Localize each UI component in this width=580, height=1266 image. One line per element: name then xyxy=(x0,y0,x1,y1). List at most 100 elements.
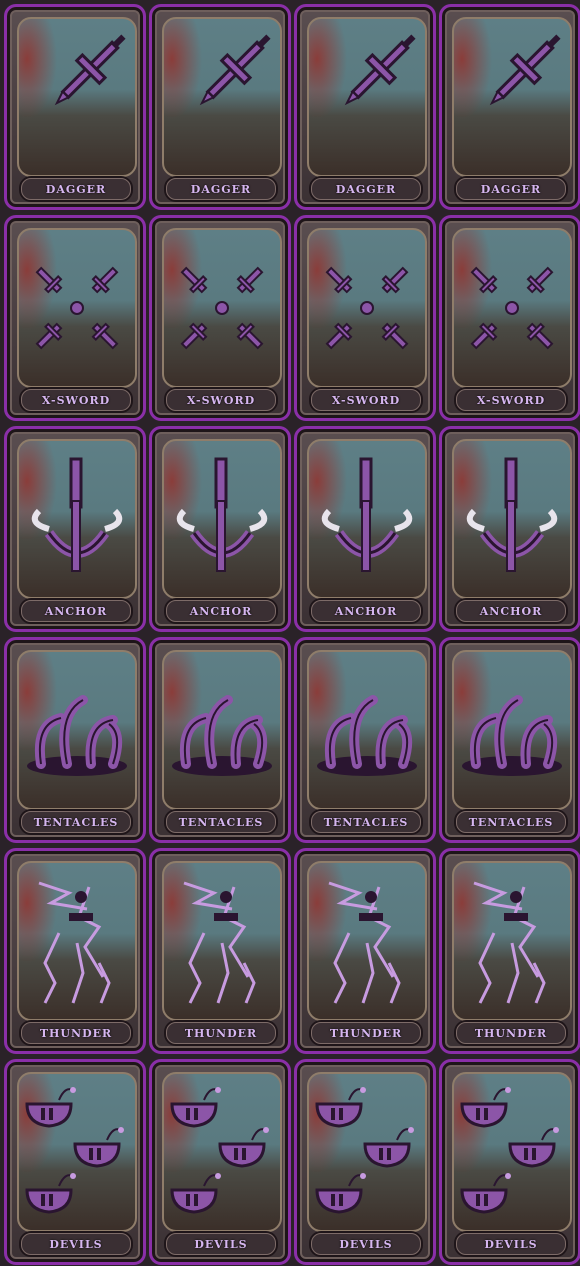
card-nameplate: DAGGER xyxy=(166,178,276,200)
card-nameplate: TENTACLES xyxy=(21,811,131,833)
card-grid: DAGGER DAGGER DAGGER DAGGER X-SWORD X-SW… xyxy=(0,0,580,1266)
card-nameplate: TENTACLES xyxy=(311,811,421,833)
card-label: TENTACLES xyxy=(468,815,554,829)
anchor-card[interactable]: ANCHOR xyxy=(439,426,580,632)
anchor-card[interactable]: ANCHOR xyxy=(294,426,436,632)
dagger-card[interactable]: DAGGER xyxy=(294,4,436,210)
card-art xyxy=(452,17,572,177)
anchor-icon xyxy=(321,457,413,572)
x-sword-card[interactable]: X-SWORD xyxy=(294,215,436,421)
tentacles-card[interactable]: TENTACLES xyxy=(149,637,291,843)
card-nameplate: ANCHOR xyxy=(166,600,276,622)
devils-icon xyxy=(315,1087,414,1214)
x-sword-card[interactable]: X-SWORD xyxy=(4,215,146,421)
devils-icon xyxy=(25,1087,124,1214)
devils-icon xyxy=(170,1087,269,1214)
tentacles-icon xyxy=(462,695,562,776)
card-nameplate: TENTACLES xyxy=(456,811,566,833)
card-label: DAGGER xyxy=(335,182,397,196)
thunder-icon xyxy=(183,881,256,1004)
card-label: DAGGER xyxy=(190,182,252,196)
card-nameplate: ANCHOR xyxy=(311,600,421,622)
dagger-icon xyxy=(54,34,126,106)
card-nameplate: DEVILS xyxy=(311,1233,421,1255)
card-label: TENTACLES xyxy=(178,815,264,829)
thunder-card[interactable]: THUNDER xyxy=(294,848,436,1054)
card-label: TENTACLES xyxy=(323,815,409,829)
x-sword-icon xyxy=(35,266,119,350)
card-label: ANCHOR xyxy=(189,604,253,618)
card-art xyxy=(452,228,572,388)
card-label: DEVILS xyxy=(484,1237,538,1251)
card-art xyxy=(162,228,282,388)
card-art xyxy=(17,439,137,599)
card-nameplate: THUNDER xyxy=(21,1022,131,1044)
x-sword-icon xyxy=(180,266,264,350)
anchor-icon xyxy=(31,457,123,572)
thunder-card[interactable]: THUNDER xyxy=(439,848,580,1054)
card-label: TENTACLES xyxy=(33,815,119,829)
card-nameplate: THUNDER xyxy=(456,1022,566,1044)
card-label: ANCHOR xyxy=(334,604,398,618)
tentacles-icon xyxy=(27,695,127,776)
card-label: THUNDER xyxy=(474,1026,548,1040)
card-label: X-SWORD xyxy=(41,393,111,407)
card-art xyxy=(162,17,282,177)
card-label: DAGGER xyxy=(45,182,107,196)
card-art xyxy=(452,861,572,1021)
thunder-card[interactable]: THUNDER xyxy=(4,848,146,1054)
anchor-icon xyxy=(176,457,268,572)
devils-card[interactable]: DEVILS xyxy=(4,1059,146,1265)
card-label: DEVILS xyxy=(339,1237,393,1251)
card-label: X-SWORD xyxy=(476,393,546,407)
card-label: THUNDER xyxy=(329,1026,403,1040)
card-nameplate: DAGGER xyxy=(21,178,131,200)
dagger-card[interactable]: DAGGER xyxy=(4,4,146,210)
card-art xyxy=(17,861,137,1021)
card-label: THUNDER xyxy=(184,1026,258,1040)
card-label: X-SWORD xyxy=(186,393,256,407)
card-nameplate: X-SWORD xyxy=(21,389,131,411)
dagger-icon xyxy=(489,34,561,106)
card-nameplate: ANCHOR xyxy=(21,600,131,622)
dagger-card[interactable]: DAGGER xyxy=(149,4,291,210)
card-nameplate: DAGGER xyxy=(456,178,566,200)
card-art xyxy=(307,1072,427,1232)
tentacles-card[interactable]: TENTACLES xyxy=(294,637,436,843)
tentacles-card[interactable]: TENTACLES xyxy=(439,637,580,843)
x-sword-card[interactable]: X-SWORD xyxy=(149,215,291,421)
card-art xyxy=(452,650,572,810)
card-label: THUNDER xyxy=(39,1026,113,1040)
thunder-icon xyxy=(473,881,546,1004)
card-art xyxy=(307,650,427,810)
tentacles-card[interactable]: TENTACLES xyxy=(4,637,146,843)
devils-card[interactable]: DEVILS xyxy=(294,1059,436,1265)
devils-card[interactable]: DEVILS xyxy=(439,1059,580,1265)
tentacles-icon xyxy=(172,695,272,776)
anchor-icon xyxy=(466,457,558,572)
card-art xyxy=(307,228,427,388)
card-art xyxy=(162,650,282,810)
anchor-card[interactable]: ANCHOR xyxy=(4,426,146,632)
card-nameplate: X-SWORD xyxy=(166,389,276,411)
card-art xyxy=(17,228,137,388)
dagger-icon xyxy=(199,34,271,106)
card-art xyxy=(307,861,427,1021)
thunder-card[interactable]: THUNDER xyxy=(149,848,291,1054)
devils-card[interactable]: DEVILS xyxy=(149,1059,291,1265)
card-art xyxy=(162,439,282,599)
card-art xyxy=(307,17,427,177)
x-sword-card[interactable]: X-SWORD xyxy=(439,215,580,421)
card-art xyxy=(17,650,137,810)
card-nameplate: ANCHOR xyxy=(456,600,566,622)
dagger-card[interactable]: DAGGER xyxy=(439,4,580,210)
card-art xyxy=(452,1072,572,1232)
card-nameplate: THUNDER xyxy=(311,1022,421,1044)
card-label: ANCHOR xyxy=(44,604,108,618)
x-sword-icon xyxy=(470,266,554,350)
dagger-icon xyxy=(344,34,416,106)
card-art xyxy=(307,439,427,599)
x-sword-icon xyxy=(325,266,409,350)
card-art xyxy=(17,1072,137,1232)
anchor-card[interactable]: ANCHOR xyxy=(149,426,291,632)
